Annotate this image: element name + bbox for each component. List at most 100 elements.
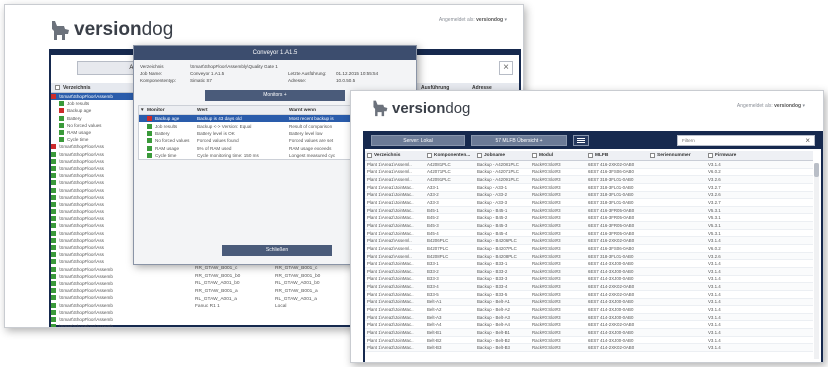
table-row[interactable]: Plant 1\Area1\JoinMac.. A33-2 Backup - A33… bbox=[365, 191, 813, 200]
table-row[interactable]: Plant 1\Area3\JoinMac.. B33-4 Backup - B33… bbox=[365, 283, 813, 291]
table-cell: B45-3 bbox=[427, 222, 439, 228]
clear-icon[interactable]: × bbox=[805, 136, 810, 145]
directory-row[interactable]: \Smart\ShopFloor\Assemb bbox=[51, 294, 191, 301]
monitor-name: No forced values bbox=[155, 138, 190, 144]
col-header[interactable]: Komponenten... bbox=[425, 153, 475, 158]
filter-icon[interactable] bbox=[427, 153, 432, 158]
col-monitor[interactable]: Monitor bbox=[147, 108, 197, 113]
table-cell: Rack#0:Slot#3 bbox=[532, 184, 561, 190]
table-row[interactable]: Plant 1\Area3\JoinMac.. Belt-A3 Backup - B… bbox=[365, 313, 813, 322]
col-header[interactable]: Modul bbox=[530, 153, 586, 158]
table-row[interactable]: Plant 1\Area3\JoinMac.. Belt-B1 Backup - B… bbox=[365, 329, 813, 337]
table-cell: Plant 1\Area2\Asseml.. bbox=[367, 238, 412, 244]
ok-status-icon bbox=[51, 173, 56, 179]
filter-icon[interactable] bbox=[367, 153, 372, 158]
table-cell: V3.1.4 bbox=[708, 291, 721, 297]
table-cell: Rack#0:Slot#3 bbox=[532, 284, 561, 290]
table-row[interactable]: Plant 1\Area2\JoinMac.. B45-4 Backup - B45… bbox=[365, 230, 813, 238]
table-row[interactable]: Plant 1\Area1\Asseml.. A42081PLC Backup - … bbox=[365, 161, 813, 169]
filter-icon[interactable] bbox=[55, 85, 60, 90]
monitors-button[interactable]: Monitors + bbox=[205, 90, 345, 101]
col-header-label: Verzeichnis bbox=[374, 153, 401, 158]
filter-icon[interactable] bbox=[588, 153, 593, 158]
ok-status-icon bbox=[51, 295, 56, 301]
directory-row[interactable]: \Smart\ShopFloor\Assemb bbox=[51, 301, 191, 308]
ok-status-icon bbox=[51, 324, 56, 327]
directory-row[interactable]: \Smart\ShopFloor\Assemb bbox=[51, 323, 191, 327]
table-row[interactable]: Plant 1\Area2\Asseml.. B4208PLC Backup - B… bbox=[365, 252, 813, 261]
table-row[interactable]: Plant 1\Area1\JoinMac.. A33-1 Backup - A33… bbox=[365, 184, 813, 192]
directory-row[interactable]: \Smart\ShopFloor\Assemb bbox=[51, 273, 191, 280]
component-name: RR_GTAW_B001_c bbox=[195, 266, 238, 272]
table-row[interactable]: Plant 1\Area3\JoinMac.. Belt-A4 Backup - B… bbox=[365, 321, 813, 330]
table-cell: 6ES7 318-3FL01-0AB0 bbox=[588, 177, 634, 183]
table-row[interactable]: Plant 1\Area1\Asseml.. A42091PLC Backup - … bbox=[365, 176, 813, 184]
table-row[interactable]: Plant 1\Area3\JoinMac.. B33-2 Backup - B33… bbox=[365, 267, 813, 276]
logged-in-info[interactable]: Angemeldet als: versiondog ▾ bbox=[439, 17, 507, 23]
table-cell: V3.1.4 bbox=[708, 322, 721, 328]
col-header[interactable]: Verzeichnis bbox=[365, 153, 425, 158]
table-cell: Plant 1\Area3\JoinMac.. bbox=[367, 299, 414, 305]
ok-status-icon bbox=[51, 230, 56, 236]
info-key-2: Letzte Ausführung: bbox=[288, 71, 327, 76]
directory-row[interactable]: \Smart\ShopFloor\Assemb bbox=[51, 309, 191, 316]
table-row[interactable]: Plant 1\Area2\Asseml.. B4207PLC Backup - B… bbox=[365, 245, 813, 253]
filter-field[interactable]: × bbox=[677, 134, 815, 146]
col-header-label: Modul bbox=[539, 153, 554, 158]
table-row[interactable]: Plant 1\Area1\Asseml.. A42071PLC Backup - … bbox=[365, 169, 813, 177]
ok-status-icon bbox=[51, 216, 56, 222]
table-cell: Belt-A1 bbox=[427, 299, 442, 305]
logged-in-info[interactable]: Angemeldet als: versiondog ▾ bbox=[737, 103, 805, 109]
table-row[interactable]: Plant 1\Area3\JoinMac.. B33-1 Backup - B33… bbox=[365, 260, 813, 268]
table-row[interactable]: Plant 1\Area1\JoinMac.. A33-3 Backup - A33… bbox=[365, 199, 813, 207]
table-row[interactable]: Plant 1\Area3\JoinMac.. B33-3 Backup - B33… bbox=[365, 276, 813, 284]
scrollbar-thumb[interactable] bbox=[814, 163, 819, 177]
col-value[interactable]: Wert bbox=[197, 108, 289, 113]
filter-icon[interactable] bbox=[650, 153, 655, 158]
col-header[interactable]: Jobname bbox=[475, 153, 530, 158]
table-cell: V3.2.7 bbox=[708, 184, 721, 190]
directory-row-label: \Smart\ShopFloor\Ass bbox=[59, 237, 104, 243]
server-button[interactable]: Server: Lokal bbox=[371, 134, 465, 146]
directory-row[interactable]: \Smart\ShopFloor\Assemb bbox=[51, 280, 191, 287]
scrollbar[interactable] bbox=[814, 163, 819, 359]
ok-status-icon bbox=[51, 316, 56, 322]
info-key: Komponententyp: bbox=[140, 78, 177, 83]
table-cell: 6ES7 416-3FR05-0AB0 bbox=[588, 222, 635, 228]
table-cell: Backup - B4206PLC bbox=[477, 238, 517, 244]
menu-icon[interactable] bbox=[573, 134, 589, 146]
close-icon[interactable]: × bbox=[499, 61, 513, 75]
table-cell: B4206PLC bbox=[427, 238, 449, 244]
table-row[interactable]: Plant 1\Area2\JoinMac.. B45-1 Backup - B45… bbox=[365, 206, 813, 215]
col-header[interactable]: Firmware bbox=[706, 153, 762, 158]
table-row[interactable]: Plant 1\Area2\JoinMac.. B45-2 Backup - B45… bbox=[365, 214, 813, 223]
close-button[interactable]: Schließen bbox=[222, 245, 332, 256]
table-row[interactable]: Plant 1\Area3\JoinMac.. B33-5 Backup - B33… bbox=[365, 291, 813, 299]
table-cell: Backup - B33-1 bbox=[477, 261, 508, 267]
directory-row[interactable]: \Smart\ShopFloor\Assemb bbox=[51, 316, 191, 323]
table-cell: V3.2.6 bbox=[708, 192, 721, 198]
filter-icon[interactable] bbox=[477, 153, 482, 158]
table-row[interactable]: Plant 1\Area3\JoinMac.. Belt-A1 Backup - B… bbox=[365, 298, 813, 307]
monitor-value: Backup is 43 days old bbox=[197, 116, 242, 122]
table-cell: V5.3.1 bbox=[708, 207, 721, 213]
mlfb-overview-button[interactable]: 57 MLFB Übersicht + bbox=[471, 134, 567, 146]
filter-icon[interactable] bbox=[532, 153, 537, 158]
table-row[interactable]: Plant 1\Area2\JoinMac.. B45-3 Backup - B45… bbox=[365, 222, 813, 230]
directory-row[interactable]: \Smart\ShopFloor\Assemb bbox=[51, 287, 191, 294]
filter-icon[interactable] bbox=[708, 153, 713, 158]
table-row[interactable]: Plant 1\Area3\JoinMac.. Belt-B2 Backup - B… bbox=[365, 337, 813, 345]
col-header[interactable]: Seriennummer bbox=[648, 153, 706, 158]
col-header[interactable]: MLFB bbox=[586, 153, 648, 158]
filter-input[interactable] bbox=[682, 137, 806, 143]
table-row[interactable]: Plant 1\Area3\JoinMac.. Belt-B3 Backup - B… bbox=[365, 344, 813, 353]
directory-row[interactable]: \Smart\ShopFloor\Assemb bbox=[51, 266, 191, 273]
table-cell: Plant 1\Area2\Asseml.. bbox=[367, 245, 412, 251]
table-row[interactable]: Plant 1\Area3\JoinMac.. Belt-A2 Backup - B… bbox=[365, 306, 813, 314]
table-cell: Rack#0:Slot#3 bbox=[532, 306, 561, 312]
table-row[interactable]: Plant 1\Area2\Asseml.. B4206PLC Backup - B… bbox=[365, 237, 813, 246]
sort-icon[interactable]: ▾ bbox=[139, 108, 147, 113]
mlfb-toolbar: Server: Lokal 57 MLFB Übersicht + × bbox=[365, 131, 821, 149]
table-cell: Rack#0:Slot#3 bbox=[532, 314, 561, 320]
info-value-2: 10.0.50.5 bbox=[336, 78, 356, 83]
